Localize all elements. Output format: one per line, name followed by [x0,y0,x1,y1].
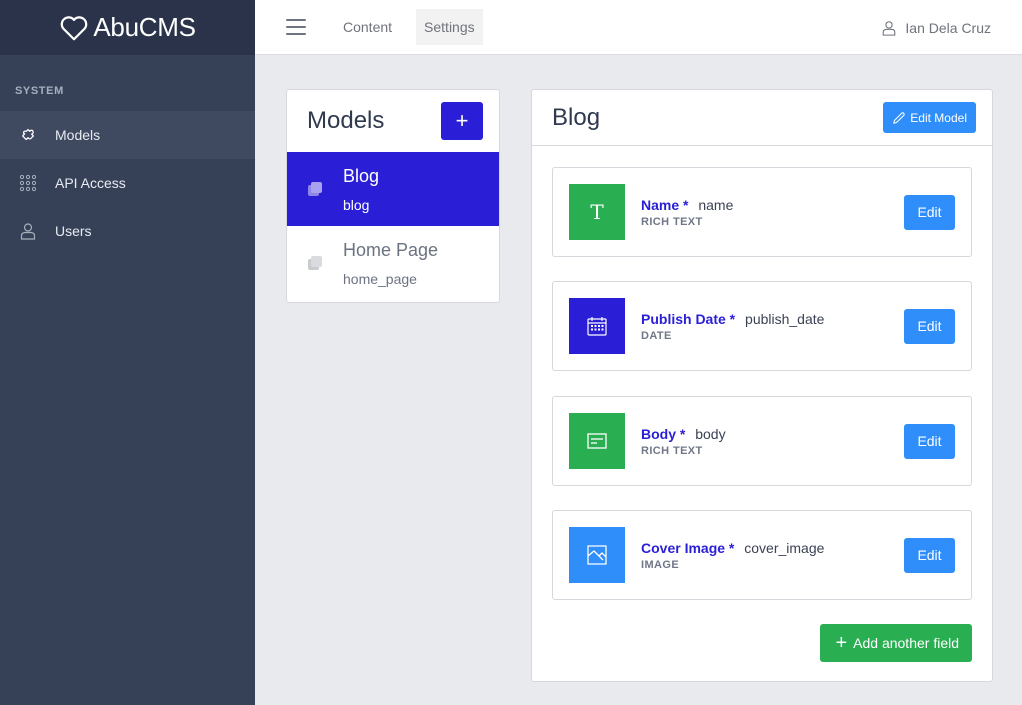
edit-field-button[interactable]: Edit [904,423,955,459]
user-icon [18,221,38,241]
field-row-body: Body * body RICH TEXT Edit [552,396,972,486]
field-key: publish_date [745,310,825,327]
field-key: body [695,425,726,442]
brand-logo[interactable]: AbuCMS [0,0,255,55]
add-model-button[interactable]: + [441,102,483,140]
field-key: cover_image [744,539,825,556]
puzzle-icon [18,125,38,145]
edit-field-button[interactable]: Edit [904,537,955,573]
field-type: RICH TEXT [641,444,703,457]
heart-icon [61,15,88,40]
models-panel: Models + Blog blog Home Page home_page [286,89,500,303]
model-name: Home Page [343,239,439,260]
hamburger-icon[interactable] [286,19,306,35]
user-menu[interactable]: Ian Dela Cruz [881,0,991,55]
nav-settings[interactable]: Settings [416,9,483,45]
model-slug: home_page [343,270,417,287]
field-type: DATE [641,329,672,342]
sidebar-item-label: Users [55,223,92,239]
field-row-name: T Name * name RICH TEXT Edit [552,167,972,257]
field-label: Body * [641,425,686,442]
sidebar-item-models[interactable]: Models [0,111,255,159]
copy-icon [287,255,343,271]
sidebar-item-api-access[interactable]: API Access [0,159,255,207]
sidebar-item-label: Models [55,127,101,143]
pencil-icon [893,111,905,124]
model-detail-panel: Blog Edit Model T Name * name RICH TEXT … [531,89,993,682]
field-label: Name * [641,196,689,213]
models-title: Models [307,107,385,134]
add-field-button[interactable]: + Add another field [820,624,972,662]
copy-icon [287,181,343,197]
edit-field-button[interactable]: Edit [904,308,955,344]
edit-model-button[interactable]: Edit Model [883,102,976,133]
calendar-icon [569,298,625,354]
top-bar: Content Settings Ian Dela Cruz [255,0,1022,55]
sidebar-item-users[interactable]: Users [0,207,255,255]
model-name: Blog [343,165,380,186]
field-type: RICH TEXT [641,215,703,228]
text-block-icon [569,413,625,469]
text-t-icon: T [569,184,625,240]
svg-text:T: T [590,201,604,223]
brand-name: AbuCMS [93,12,196,42]
model-item-home-page[interactable]: Home Page home_page [287,226,499,300]
field-key: name [698,196,734,213]
field-label: Cover Image * [641,539,735,556]
edit-model-label: Edit Model [910,110,967,125]
model-item-blog[interactable]: Blog blog [287,152,499,226]
edit-field-button[interactable]: Edit [904,194,955,230]
model-detail-header: Blog Edit Model [532,90,992,146]
sidebar: AbuCMS SYSTEM Models API Access Users [0,0,255,705]
sidebar-item-label: API Access [55,175,126,191]
model-slug: blog [343,196,370,213]
sidebar-section-title: SYSTEM [15,85,64,97]
field-row-cover-image: Cover Image * cover_image IMAGE Edit [552,510,972,600]
field-label: Publish Date * [641,310,736,327]
user-icon [883,20,896,36]
nav-content[interactable]: Content [335,9,400,45]
image-icon [569,527,625,583]
model-detail-title: Blog [552,103,601,131]
models-header: Models + [287,90,499,152]
grid-dots-icon [18,173,38,193]
field-row-publish-date: Publish Date * publish_date DATE Edit [552,281,972,371]
field-type: IMAGE [641,558,680,571]
plus-icon: + [835,632,848,654]
user-name: Ian Dela Cruz [905,19,991,36]
add-field-label: Add another field [853,635,959,651]
